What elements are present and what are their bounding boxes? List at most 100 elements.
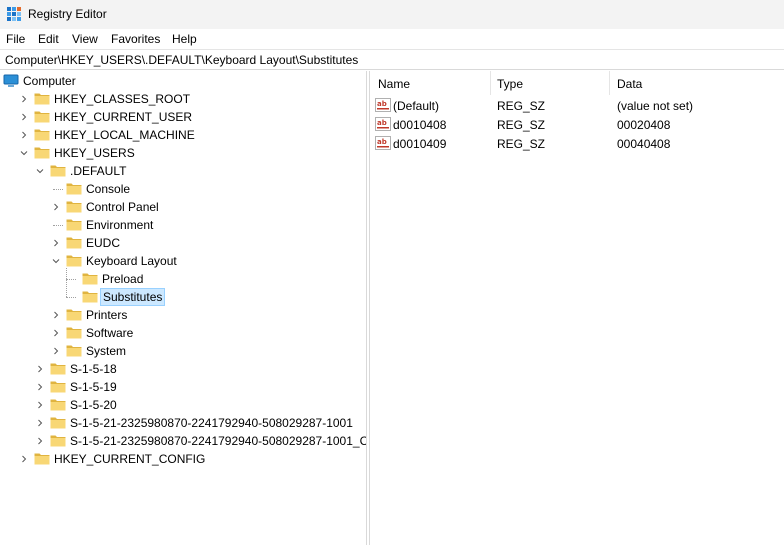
tree-node-label: S-1-5-21-2325980870-2241792940-508029287… [70, 434, 366, 448]
chevron-down-icon[interactable] [34, 162, 46, 180]
tree-node-system[interactable]: System [0, 342, 366, 360]
tree-node-label: HKEY_CLASSES_ROOT [54, 92, 191, 106]
tree-node-control-panel[interactable]: Control Panel [0, 198, 366, 216]
tree-node-label: EUDC [86, 236, 121, 250]
tree-node-s-1-5-21-2325980870-2241792940-508029287-1001-classes[interactable]: S-1-5-21-2325980870-2241792940-508029287… [0, 432, 366, 450]
tree-node-label: HKEY_CURRENT_USER [54, 110, 193, 124]
menu-file[interactable]: File [6, 32, 25, 46]
tree-node-s-1-5-21-2325980870-2241792940-508029287-1001[interactable]: S-1-5-21-2325980870-2241792940-508029287… [0, 414, 366, 432]
chevron-right-icon[interactable] [50, 234, 62, 252]
column-header-name[interactable]: Name [370, 71, 490, 95]
chevron-right-icon[interactable] [18, 90, 30, 108]
tree-node-label: Control Panel [86, 200, 159, 214]
svg-text:ab: ab [377, 138, 387, 146]
tree-node-s-1-5-19[interactable]: S-1-5-19 [0, 378, 366, 396]
tree-node-default[interactable]: .DEFAULT [0, 162, 366, 180]
tree-node-hkey-classes-root[interactable]: HKEY_CLASSES_ROOT [0, 90, 366, 108]
column-header-type[interactable]: Type [489, 71, 609, 95]
tree-node-label: Printers [86, 308, 128, 322]
value-row[interactable]: ab d0010409 REG_SZ 00040408 [370, 134, 784, 153]
menu-edit[interactable]: Edit [38, 32, 59, 46]
menu-bar: File Edit View Favorites Help [0, 29, 784, 49]
tree-node-keyboard-layout[interactable]: Keyboard Layout [0, 252, 366, 270]
tree-node-label: S-1-5-18 [70, 362, 117, 376]
folder-icon [66, 200, 82, 213]
tree-node-eudc[interactable]: EUDC [0, 234, 366, 252]
tree-node-label: Preload [102, 272, 144, 286]
chevron-right-icon[interactable] [50, 342, 62, 360]
values-list-pane[interactable]: Name Type Data ab (Default) REG_SZ (value n… [370, 71, 784, 545]
value-type: REG_SZ [497, 137, 546, 151]
tree-connector [66, 297, 76, 298]
chevron-right-icon[interactable] [50, 198, 62, 216]
chevron-right-icon[interactable] [34, 378, 46, 396]
tree-node-label: Console [86, 182, 131, 196]
value-data: (value not set) [617, 99, 694, 113]
tree-node-label: HKEY_LOCAL_MACHINE [54, 128, 195, 142]
chevron-right-icon[interactable] [34, 432, 46, 450]
folder-icon [50, 416, 66, 429]
tree-node-s-1-5-20[interactable]: S-1-5-20 [0, 396, 366, 414]
tree-node-hkey-users[interactable]: HKEY_USERS [0, 144, 366, 162]
folder-icon [50, 164, 66, 177]
tree-node-label: HKEY_CURRENT_CONFIG [54, 452, 206, 466]
tree-node-hkey-current-config[interactable]: HKEY_CURRENT_CONFIG [0, 450, 366, 468]
chevron-right-icon[interactable] [50, 324, 62, 342]
folder-icon [34, 128, 50, 141]
tree-connector [53, 225, 63, 226]
folder-icon [50, 380, 66, 393]
folder-icon [34, 146, 50, 159]
svg-text:ab: ab [377, 119, 387, 127]
tree-node-label: S-1-5-19 [70, 380, 117, 394]
registry-editor-icon [7, 7, 21, 21]
value-name: d0010408 [393, 118, 447, 132]
folder-icon [50, 434, 66, 447]
address-bar[interactable]: Computer\HKEY_USERS\.DEFAULT\Keyboard La… [0, 49, 784, 70]
folder-icon [34, 92, 50, 105]
value-name: d0010409 [393, 137, 447, 151]
tree-node-computer[interactable]: Computer [0, 72, 366, 90]
chevron-right-icon[interactable] [34, 414, 46, 432]
tree-node-label: Keyboard Layout [86, 254, 177, 268]
value-row[interactable]: ab d0010408 REG_SZ 00020408 [370, 115, 784, 134]
tree-node-hkey-local-machine[interactable]: HKEY_LOCAL_MACHINE [0, 126, 366, 144]
address-path[interactable]: Computer\HKEY_USERS\.DEFAULT\Keyboard La… [5, 53, 358, 67]
tree-node-substitutes[interactable]: Substitutes [0, 288, 366, 306]
folder-icon [50, 398, 66, 411]
tree-node-label: HKEY_USERS [54, 146, 135, 160]
folder-icon [66, 254, 82, 267]
svg-text:ab: ab [377, 100, 387, 108]
folder-icon [66, 326, 82, 339]
tree-node-s-1-5-18[interactable]: S-1-5-18 [0, 360, 366, 378]
value-data: 00020408 [617, 118, 671, 132]
chevron-right-icon[interactable] [18, 108, 30, 126]
chevron-right-icon[interactable] [50, 306, 62, 324]
chevron-down-icon[interactable] [50, 252, 62, 270]
chevron-right-icon[interactable] [18, 450, 30, 468]
folder-icon [66, 182, 82, 195]
chevron-right-icon[interactable] [34, 396, 46, 414]
menu-view[interactable]: View [72, 32, 98, 46]
column-header-data[interactable]: Data [609, 71, 779, 95]
chevron-down-icon[interactable] [18, 144, 30, 162]
value-name: (Default) [393, 99, 440, 113]
key-tree-pane[interactable]: Computer HKEY_CLASSES_ROOT HKEY_CURRENT_US… [0, 71, 366, 545]
menu-help[interactable]: Help [172, 32, 197, 46]
folder-icon [66, 308, 82, 321]
tree-node-software[interactable]: Software [0, 324, 366, 342]
folder-icon [50, 362, 66, 375]
tree-node-label: S-1-5-21-2325980870-2241792940-508029287… [70, 416, 353, 430]
folder-icon [34, 452, 50, 465]
folder-icon [34, 110, 50, 123]
tree-node-preload[interactable]: Preload [0, 270, 366, 288]
menu-favorites[interactable]: Favorites [111, 32, 160, 46]
tree-node-hkey-current-user[interactable]: HKEY_CURRENT_USER [0, 108, 366, 126]
value-row[interactable]: ab (Default) REG_SZ (value not set) [370, 96, 784, 115]
chevron-right-icon[interactable] [34, 360, 46, 378]
tree-node-label: Computer [23, 74, 76, 88]
chevron-right-icon[interactable] [18, 126, 30, 144]
tree-connector [66, 268, 67, 297]
tree-node-label: Software [86, 326, 134, 340]
folder-icon [66, 236, 82, 249]
tree-node-printers[interactable]: Printers [0, 306, 366, 324]
